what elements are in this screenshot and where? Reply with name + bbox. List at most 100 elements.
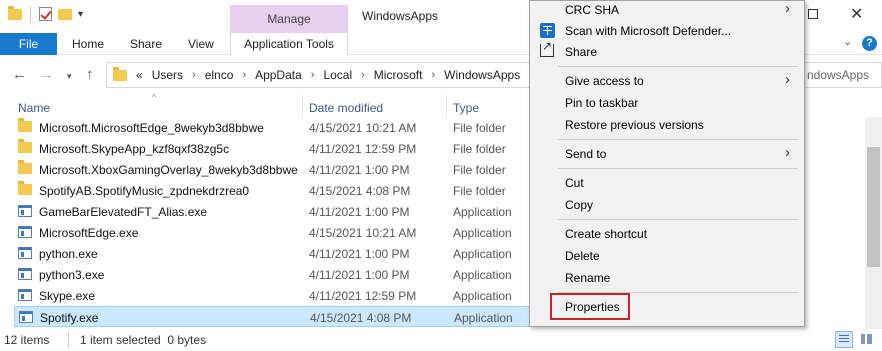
column-name[interactable]: Name (18, 101, 50, 115)
folder-icon (18, 118, 32, 132)
file-type: Application (453, 247, 512, 261)
menu-item-share[interactable]: Share (530, 39, 804, 63)
tab-application-tools[interactable]: Application Tools (230, 33, 348, 55)
list-item[interactable]: GameBarElevatedFT_Alias.exe 4/11/2021 1:… (14, 201, 534, 222)
file-type: File folder (453, 121, 506, 135)
menu-item-label: Restore previous versions (565, 118, 704, 132)
application-icon (18, 268, 32, 280)
file-name: Skype.exe (39, 289, 96, 303)
list-item-selected[interactable]: Spotify.exe 4/15/2021 4:08 PM Applicatio… (14, 306, 534, 327)
menu-item-give-access[interactable]: Give access to › (530, 70, 804, 92)
file-date: 4/11/2021 1:00 PM (309, 247, 410, 261)
chevron-right-icon[interactable]: › (431, 69, 435, 81)
quick-access-toolbar: ▾ (8, 5, 83, 22)
list-item[interactable]: Microsoft.XboxGamingOverlay_8wekyb3d8bbw… (14, 159, 534, 180)
menu-item-label: Create shortcut (565, 227, 648, 241)
customize-toolbar-icon[interactable]: ▾ (78, 9, 83, 20)
search-input[interactable]: ndowsApps (800, 62, 882, 88)
maximize-icon[interactable] (808, 9, 818, 19)
list-item[interactable]: Skype.exe 4/11/2021 12:59 PM Application (14, 285, 534, 306)
application-icon (18, 205, 32, 217)
column-date-modified[interactable]: Date modified (309, 101, 383, 115)
forward-arrow-icon[interactable]: → (39, 66, 54, 83)
help-icon[interactable]: ? (862, 36, 877, 51)
list-item[interactable]: SpotifyAB.SpotifyMusic_zpdnekdrzrea0 4/1… (14, 180, 534, 201)
back-arrow-icon[interactable]: ← (12, 66, 27, 83)
application-icon (19, 311, 33, 323)
sort-ascending-icon: ^ (152, 92, 157, 102)
list-item[interactable]: python.exe 4/11/2021 1:00 PM Application (14, 243, 534, 264)
menu-item-label: Delete (565, 249, 600, 263)
breadcrumb-users[interactable]: Users (152, 68, 183, 82)
tab-home[interactable]: Home (72, 33, 104, 55)
file-type: Application (453, 289, 512, 303)
chevron-right-icon: › (785, 71, 790, 88)
close-icon[interactable]: ✕ (850, 4, 863, 24)
list-item[interactable]: MicrosoftEdge.exe 4/15/2021 10:21 AM App… (14, 222, 534, 243)
context-menu: CRC SHA › Scan with Microsoft Defender..… (529, 0, 805, 327)
properties-icon[interactable] (39, 7, 52, 21)
divider (30, 6, 31, 22)
menu-item-label: Copy (565, 198, 594, 212)
list-item[interactable]: Microsoft.SkypeApp_kzf8qxf38zg5c 4/11/20… (14, 138, 534, 159)
file-type: File folder (453, 142, 506, 156)
menu-item-scan-defender[interactable]: Scan with Microsoft Defender... (530, 20, 804, 42)
tab-share[interactable]: Share (130, 33, 162, 55)
details-view-icon[interactable] (835, 331, 853, 348)
chevron-right-icon[interactable]: › (192, 69, 196, 81)
file-type: Application (453, 268, 512, 282)
file-name: GameBarElevatedFT_Alias.exe (39, 205, 208, 219)
scrollbar-thumb[interactable] (867, 147, 880, 267)
menu-item-label: Scan with Microsoft Defender... (565, 24, 732, 38)
menu-item-restore-versions[interactable]: Restore previous versions (530, 114, 804, 136)
breadcrumb-microsoft[interactable]: Microsoft (374, 68, 423, 82)
folder-icon (8, 5, 22, 20)
menu-item-create-shortcut[interactable]: Create shortcut (530, 223, 804, 245)
selection-info: 1 item selected 0 bytes (80, 333, 207, 347)
vertical-scrollbar[interactable] (865, 117, 882, 329)
chevron-down-icon[interactable]: ⌄ (843, 35, 852, 48)
recent-locations-icon[interactable]: ▾ (67, 71, 72, 82)
list-item[interactable]: python3.exe 4/11/2021 1:00 PM Applicatio… (14, 264, 534, 285)
menu-divider (558, 168, 798, 169)
folder-icon (18, 139, 32, 153)
menu-item-crc-sha[interactable]: CRC SHA › (530, 0, 804, 21)
menu-item-rename[interactable]: Rename (530, 267, 804, 289)
divider[interactable] (446, 95, 447, 117)
file-date: 4/15/2021 10:21 AM (309, 121, 417, 135)
breadcrumb-windowsapps[interactable]: WindowsApps (444, 68, 520, 82)
chevron-right-icon[interactable]: › (242, 69, 246, 81)
file-name: Microsoft.MicrosoftEdge_8wekyb3d8bbwe (39, 121, 264, 135)
breadcrumb-overflow[interactable]: « (136, 68, 143, 82)
file-date: 4/11/2021 12:59 PM (309, 142, 417, 156)
folder-icon (18, 181, 32, 195)
breadcrumb-local[interactable]: Local (323, 68, 352, 82)
menu-item-copy[interactable]: Copy (530, 194, 804, 216)
defender-icon (540, 23, 555, 38)
application-icon (18, 226, 32, 238)
menu-divider (558, 139, 798, 140)
divider[interactable] (302, 95, 303, 117)
menu-item-cut[interactable]: Cut (530, 172, 804, 194)
large-icons-view-icon[interactable] (858, 331, 876, 348)
new-folder-icon[interactable] (58, 8, 72, 20)
menu-item-delete[interactable]: Delete (530, 245, 804, 267)
divider (68, 332, 69, 347)
breadcrumb-appdata[interactable]: AppData (255, 68, 302, 82)
address-bar[interactable]: « Users › elnco › AppData › Local › Micr… (106, 62, 536, 88)
file-date: 4/11/2021 1:00 PM (309, 163, 410, 177)
menu-item-send-to[interactable]: Send to › (530, 143, 804, 165)
tab-file[interactable]: File (0, 33, 57, 55)
breadcrumb-elnco[interactable]: elnco (205, 68, 234, 82)
highlight-box (550, 293, 630, 320)
manage-tab[interactable]: Manage (230, 5, 348, 33)
up-arrow-icon[interactable]: ↑ (86, 66, 94, 83)
chevron-right-icon[interactable]: › (311, 69, 315, 81)
file-type: Application (453, 226, 512, 240)
column-type[interactable]: Type (453, 101, 479, 115)
file-type: File folder (453, 184, 506, 198)
tab-view[interactable]: View (188, 33, 214, 55)
chevron-right-icon[interactable]: › (361, 69, 365, 81)
list-item[interactable]: Microsoft.MicrosoftEdge_8wekyb3d8bbwe 4/… (14, 117, 534, 138)
menu-item-pin-taskbar[interactable]: Pin to taskbar (530, 92, 804, 114)
